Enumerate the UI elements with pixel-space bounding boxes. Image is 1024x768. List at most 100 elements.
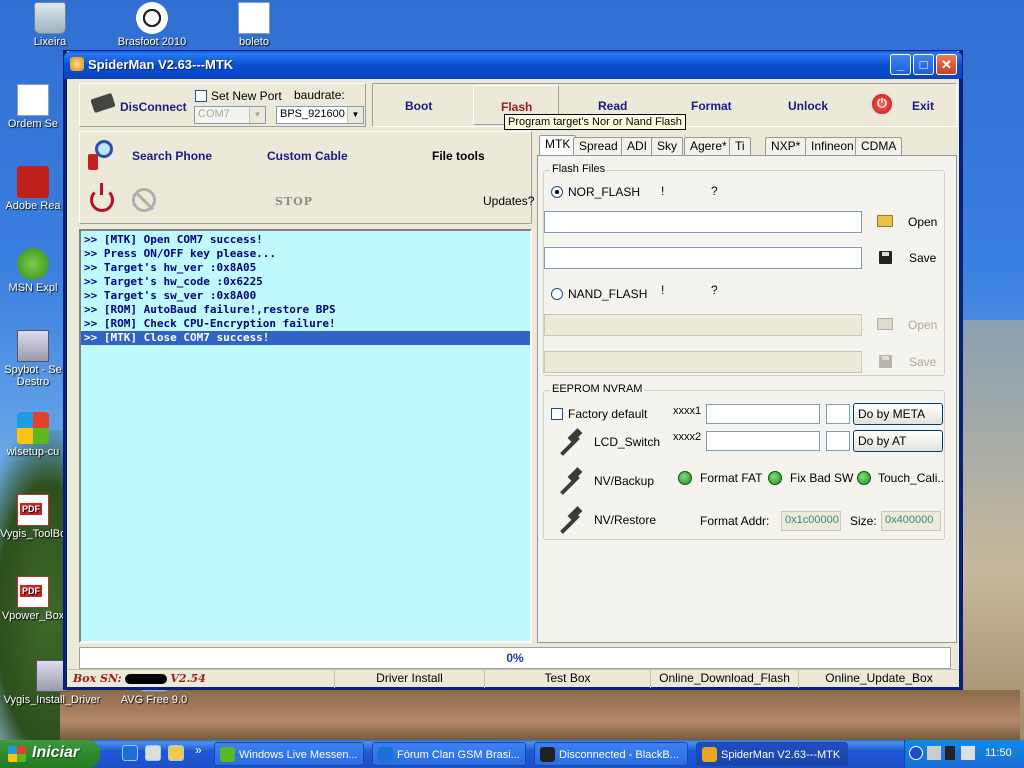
tab-agere[interactable]: Agere* bbox=[684, 137, 733, 155]
open-folder-icon[interactable] bbox=[877, 318, 893, 330]
factory-default-label: Factory default bbox=[568, 407, 648, 421]
port-select[interactable]: COM7 ▼ bbox=[194, 106, 266, 124]
format-addr-field[interactable]: 0x1c00000 bbox=[781, 511, 841, 531]
desktop-icon-brasfoot[interactable]: Brasfoot 2010 bbox=[112, 2, 192, 48]
nand-open-button[interactable]: Open bbox=[908, 318, 937, 332]
nand-flash-radio[interactable] bbox=[551, 288, 563, 300]
read-button[interactable]: Read bbox=[598, 99, 627, 113]
desktop-icon-recycle-bin[interactable]: Lixeira bbox=[10, 2, 90, 48]
tab-sky[interactable]: Sky bbox=[651, 137, 684, 155]
nor-save-input[interactable] bbox=[544, 247, 862, 269]
boot-button[interactable]: Boot bbox=[405, 99, 432, 113]
task-forum-clan-gsm[interactable]: Fórum Clan GSM Brasi... bbox=[372, 742, 526, 766]
window-titlebar[interactable]: SpiderMan V2.63---MTK _ □ ✕ bbox=[64, 51, 962, 79]
save-disk-icon[interactable] bbox=[879, 355, 892, 368]
desktop-icon-ordem[interactable]: Ordem Se bbox=[0, 84, 66, 130]
search-phone-button[interactable]: Search Phone bbox=[132, 149, 212, 163]
touch-cali-radio[interactable] bbox=[857, 471, 871, 485]
exit-power-icon[interactable]: ⏻ bbox=[870, 92, 894, 116]
desktop-icon-wlsetup[interactable]: wlsetup-cu bbox=[0, 412, 66, 458]
media-player-icon[interactable] bbox=[145, 745, 161, 761]
tray-app-icon[interactable] bbox=[961, 746, 975, 760]
nv-backup-button[interactable]: NV/Backup bbox=[594, 474, 654, 488]
desktop-icon-boleto[interactable]: boleto bbox=[214, 2, 294, 48]
format-button[interactable]: Format bbox=[691, 99, 732, 113]
task-windows-live-messenger[interactable]: Windows Live Messen... bbox=[214, 742, 364, 766]
tray-chevron-icon[interactable] bbox=[909, 746, 923, 760]
set-new-port-checkbox[interactable] bbox=[195, 90, 207, 102]
desktop-icon-adobe-reader[interactable]: Adobe Rea bbox=[0, 166, 66, 212]
xxxx1-input[interactable] bbox=[706, 404, 820, 424]
chevron-down-icon: ▼ bbox=[347, 107, 363, 123]
updates-link[interactable]: Updates? bbox=[483, 194, 534, 208]
tab-nxp[interactable]: NXP* bbox=[765, 137, 807, 155]
nv-restore-button[interactable]: NV/Restore bbox=[594, 513, 656, 527]
save-disk-icon[interactable] bbox=[879, 251, 892, 264]
file-tools-button[interactable]: File tools bbox=[432, 149, 485, 163]
device-icon[interactable] bbox=[945, 746, 955, 760]
nor-file-input[interactable] bbox=[544, 211, 862, 233]
clock[interactable]: 11:50 bbox=[985, 747, 1012, 759]
tab-cdma[interactable]: CDMA bbox=[855, 137, 903, 155]
tab-spread[interactable]: Spread bbox=[573, 137, 624, 155]
document-icon bbox=[17, 84, 49, 116]
fix-bad-sw-radio[interactable] bbox=[768, 471, 782, 485]
log-output[interactable]: >> [MTK] Open COM7 success! >> Press ON/… bbox=[79, 229, 532, 643]
tab-infineon[interactable]: Infineon bbox=[805, 137, 860, 155]
minimize-button[interactable]: _ bbox=[890, 54, 911, 75]
desktop-icon-vygis-toolbox[interactable]: Vygis_ToolBo bbox=[0, 494, 66, 540]
tab-adi[interactable]: ADI bbox=[621, 137, 654, 155]
online-download-flash-label: Online_Download_Flash bbox=[659, 671, 790, 685]
folder-icon[interactable] bbox=[168, 745, 184, 761]
nand-file-input[interactable] bbox=[544, 314, 862, 336]
online-update-box-link[interactable]: Online_Update_Box bbox=[799, 670, 959, 688]
stop-button[interactable]: STOP bbox=[275, 195, 313, 208]
desktop-icon-msn[interactable]: MSN Expl bbox=[0, 248, 66, 294]
power-icon[interactable] bbox=[90, 183, 114, 212]
nor-save-button[interactable]: Save bbox=[909, 251, 936, 265]
lcd-switch-button[interactable]: LCD_Switch bbox=[594, 435, 660, 449]
nor-open-button[interactable]: Open bbox=[908, 215, 937, 229]
nand-save-input[interactable] bbox=[544, 351, 862, 373]
exit-button[interactable]: Exit bbox=[912, 99, 934, 113]
open-folder-icon[interactable] bbox=[877, 215, 893, 227]
baudrate-select[interactable]: BPS_921600 ▼ bbox=[276, 106, 364, 124]
factory-default-checkbox[interactable] bbox=[551, 408, 563, 420]
custom-cable-button[interactable]: Custom Cable bbox=[267, 149, 348, 163]
format-fat-radio[interactable] bbox=[678, 471, 692, 485]
flash-files-title: Flash Files bbox=[550, 163, 608, 175]
desktop-icon-vpower-box[interactable]: Vpower_Box bbox=[0, 576, 66, 622]
flash-button[interactable]: Flash bbox=[501, 100, 532, 114]
task-blackberry[interactable]: Disconnected - BlackB... bbox=[534, 742, 688, 766]
taskbar: Iniciar » Windows Live Messen... Fórum C… bbox=[0, 740, 1024, 768]
driver-install-link[interactable]: Driver Install bbox=[335, 670, 485, 688]
do-by-at-button[interactable]: Do by AT bbox=[853, 430, 943, 452]
do-by-meta-button[interactable]: Do by META bbox=[853, 403, 943, 425]
xxxx1-extra-input[interactable] bbox=[826, 404, 850, 424]
start-button[interactable]: Iniciar bbox=[0, 740, 100, 768]
quicklaunch-overflow[interactable]: » bbox=[195, 743, 202, 757]
xxxx2-extra-input[interactable] bbox=[826, 431, 850, 451]
desktop-icon-label: Brasfoot 2010 bbox=[117, 36, 187, 48]
size-field[interactable]: 0x400000 bbox=[881, 511, 941, 531]
close-button[interactable]: ✕ bbox=[936, 54, 957, 75]
system-tray: 11:50 bbox=[904, 740, 1024, 768]
xxxx2-input[interactable] bbox=[706, 431, 820, 451]
tab-ti[interactable]: Ti bbox=[729, 137, 751, 155]
search-phone-icon[interactable] bbox=[88, 140, 116, 170]
network-icon[interactable] bbox=[927, 746, 941, 760]
test-box-link[interactable]: Test Box bbox=[485, 670, 651, 688]
nor-flash-radio[interactable] bbox=[551, 186, 563, 198]
nand-save-button[interactable]: Save bbox=[909, 355, 936, 369]
windows-live-icon bbox=[17, 412, 49, 444]
nand-flash-label: NAND_FLASH bbox=[568, 287, 648, 301]
set-new-port-label: Set New Port bbox=[211, 89, 282, 103]
task-spiderman[interactable]: SpiderMan V2.63---MTK bbox=[696, 742, 848, 766]
maximize-button[interactable]: □ bbox=[913, 54, 934, 75]
disconnect-button[interactable]: DisConnect bbox=[120, 100, 187, 114]
unlock-button[interactable]: Unlock bbox=[788, 99, 828, 113]
desktop-icon-spybot[interactable]: Spybot - Se Destro bbox=[0, 330, 66, 388]
tab-mtk[interactable]: MTK bbox=[539, 135, 577, 156]
online-download-flash-link[interactable]: Online_Download_Flash bbox=[651, 670, 799, 688]
internet-explorer-icon[interactable] bbox=[122, 745, 138, 761]
